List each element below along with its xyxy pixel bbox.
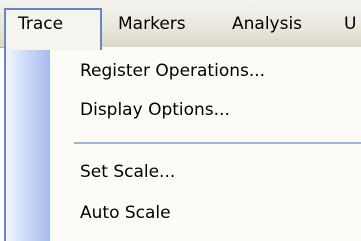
trace-dropdown-menu: Register Operations... Display Options..… xyxy=(4,47,361,241)
menu-trace[interactable]: Trace xyxy=(4,8,102,50)
menu-markers[interactable]: Markers xyxy=(118,8,186,40)
menu-partially-visible[interactable]: U xyxy=(344,8,356,40)
menu-bar: Trace Markers Analysis U xyxy=(0,0,361,50)
menu-item-display-options[interactable]: Display Options... xyxy=(80,96,230,124)
menu-analysis[interactable]: Analysis xyxy=(232,8,302,40)
menu-item-set-scale[interactable]: Set Scale... xyxy=(80,158,175,186)
menu-separator xyxy=(74,142,361,144)
app-window: Trace Markers Analysis U Register Operat… xyxy=(0,0,361,241)
menu-item-register-operations[interactable]: Register Operations... xyxy=(80,57,265,85)
menu-item-auto-scale[interactable]: Auto Scale xyxy=(80,199,171,227)
menu-icon-gutter xyxy=(6,47,50,241)
